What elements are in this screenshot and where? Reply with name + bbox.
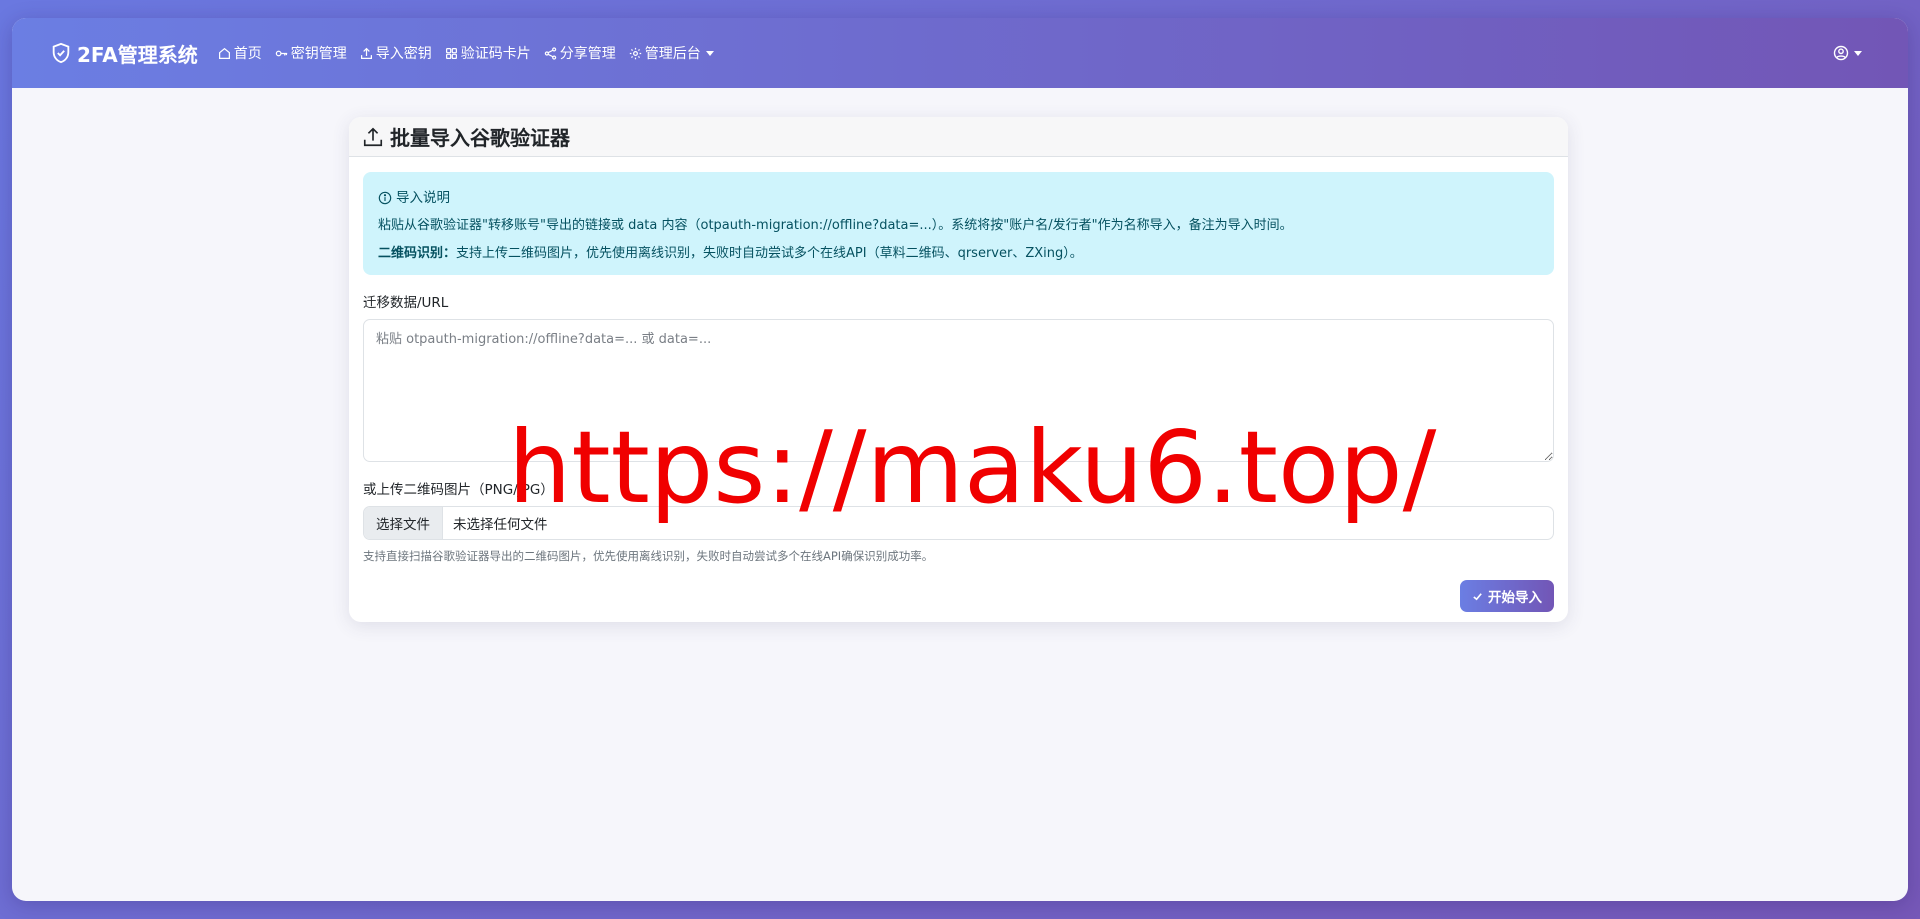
- nav-item-share[interactable]: 分享管理: [544, 43, 616, 63]
- shield-check-icon: [52, 42, 70, 64]
- nav-item-label: 验证码卡片: [460, 46, 531, 62]
- alert-line-1: 粘贴从谷歌验证器"转移账号"导出的链接或 data 内容（otpauth-mig…: [378, 218, 1293, 233]
- navbar: 2FA管理系统 首页 密钥管理 导入密钥 验证码卡片 分享管理 管理后台: [12, 18, 1908, 88]
- file-input[interactable]: 选择文件 未选择任何文件: [363, 506, 1554, 540]
- card-actions: 开始导入: [363, 580, 1554, 612]
- import-card: 批量导入谷歌验证器 导入说明 粘贴从谷歌验证器"转移账号"导出的链接或 data…: [349, 117, 1568, 622]
- nav-item-admin-dropdown[interactable]: 管理后台: [629, 43, 714, 63]
- nav-item-cards[interactable]: 验证码卡片: [445, 43, 531, 63]
- chevron-down-icon: [705, 50, 714, 56]
- migration-data-input[interactable]: [363, 319, 1554, 462]
- user-circle-icon: [1833, 45, 1849, 61]
- nav-item-keys[interactable]: 密钥管理: [275, 43, 347, 63]
- nav-item-label: 导入密钥: [375, 46, 432, 62]
- nav-item-label: 首页: [233, 46, 262, 62]
- brand-title: 2FA管理系统: [77, 42, 198, 67]
- gear-icon: [629, 47, 641, 59]
- app-window: 2FA管理系统 首页 密钥管理 导入密钥 验证码卡片 分享管理 管理后台 批量导…: [12, 18, 1908, 901]
- alert-title-text: 导入说明: [396, 190, 450, 206]
- upload-help-text: 支持直接扫描谷歌验证器导出的二维码图片，优先使用离线识别，失败时自动尝试多个在线…: [363, 549, 934, 563]
- info-circle-icon: [378, 191, 392, 205]
- nav-item-label: 分享管理: [559, 46, 616, 62]
- key-icon: [275, 50, 287, 56]
- alert-line-2-bold: 二维码识别：: [378, 246, 457, 261]
- start-import-label: 开始导入: [1488, 590, 1542, 606]
- nav-item-home[interactable]: 首页: [218, 43, 262, 63]
- migration-label: 迁移数据/URL: [363, 295, 449, 311]
- alert-line-2: 二维码识别：支持上传二维码图片，优先使用离线识别，失败时自动尝试多个在线API（…: [378, 240, 1539, 268]
- user-menu-dropdown[interactable]: [1833, 18, 1862, 88]
- alert-title: 导入说明: [378, 184, 1539, 212]
- chevron-down-icon: [1854, 50, 1862, 56]
- start-import-button[interactable]: 开始导入: [1460, 580, 1554, 612]
- brand-link[interactable]: 2FA管理系统: [50, 39, 198, 68]
- upload-label: 或上传二维码图片（PNG/JPG）: [363, 482, 554, 498]
- file-status: 未选择任何文件: [453, 517, 548, 533]
- nav-item-label: 密钥管理: [290, 46, 347, 62]
- card-body: 导入说明 粘贴从谷歌验证器"转移账号"导出的链接或 data 内容（otpaut…: [349, 157, 1568, 612]
- upload-icon: [360, 47, 372, 59]
- grid-icon: [445, 47, 457, 59]
- alert-line-2-text: 支持上传二维码图片，优先使用离线识别，失败时自动尝试多个在线API（草料二维码、…: [456, 246, 1083, 261]
- info-alert: 导入说明 粘贴从谷歌验证器"转移账号"导出的链接或 data 内容（otpaut…: [363, 172, 1554, 275]
- card-header: 批量导入谷歌验证器: [349, 117, 1568, 157]
- page-title: 批量导入谷歌验证器: [390, 126, 570, 150]
- home-icon: [218, 47, 230, 59]
- check-icon: [1473, 592, 1482, 600]
- share-icon: [544, 46, 556, 60]
- upload-icon: [363, 127, 383, 146]
- nav-item-label: 管理后台: [644, 46, 701, 62]
- choose-file-button[interactable]: 选择文件: [364, 507, 443, 539]
- nav-item-import[interactable]: 导入密钥: [360, 43, 432, 63]
